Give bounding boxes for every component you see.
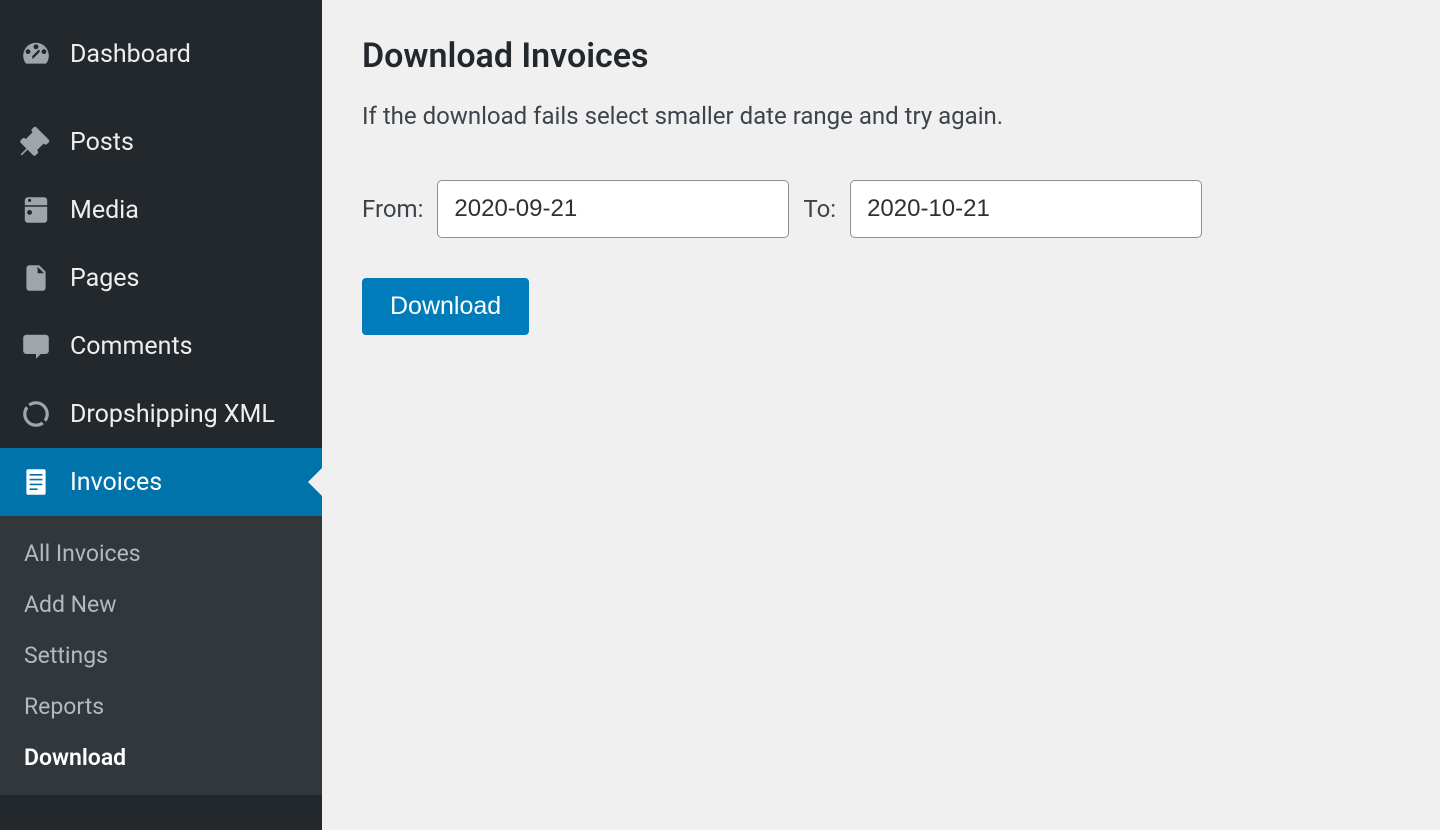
to-date-input[interactable] (850, 180, 1202, 238)
media-icon (20, 194, 52, 226)
sidebar-item-label: Invoices (70, 468, 162, 497)
to-label: To: (803, 195, 836, 223)
from-date-input[interactable] (437, 180, 789, 238)
sidebar-item-label: Posts (70, 128, 134, 157)
admin-sidebar: Dashboard Posts Media Pages Comments Dro… (0, 0, 322, 830)
submenu-item-settings[interactable]: Settings (0, 630, 322, 681)
sidebar-item-media[interactable]: Media (0, 176, 322, 244)
date-range-row: From: To: (362, 180, 1400, 238)
submenu-item-add-new[interactable]: Add New (0, 579, 322, 630)
sidebar-item-pages[interactable]: Pages (0, 244, 322, 312)
download-button[interactable]: Download (362, 278, 529, 335)
sidebar-item-dropshipping[interactable]: Dropshipping XML (0, 380, 322, 448)
sidebar-item-label: Media (70, 196, 139, 225)
sidebar-item-invoices[interactable]: Invoices (0, 448, 322, 516)
pushpin-icon (20, 126, 52, 158)
pages-icon (20, 262, 52, 294)
invoices-submenu: All Invoices Add New Settings Reports Do… (0, 516, 322, 795)
page-title: Download Invoices (362, 36, 1400, 76)
from-label: From: (362, 195, 423, 223)
main-content: Download Invoices If the download fails … (322, 0, 1440, 830)
sidebar-item-comments[interactable]: Comments (0, 312, 322, 380)
sidebar-item-dashboard[interactable]: Dashboard (0, 20, 322, 88)
sidebar-item-label: Dropshipping XML (70, 400, 275, 429)
help-text: If the download fails select smaller dat… (362, 102, 1400, 130)
sidebar-item-label: Pages (70, 264, 139, 293)
sidebar-item-posts[interactable]: Posts (0, 108, 322, 176)
sidebar-item-label: Dashboard (70, 40, 191, 69)
sync-icon (20, 398, 52, 430)
comments-icon (20, 330, 52, 362)
invoice-icon (20, 466, 52, 498)
submenu-item-download[interactable]: Download (0, 732, 322, 783)
submenu-item-all-invoices[interactable]: All Invoices (0, 528, 322, 579)
submenu-item-reports[interactable]: Reports (0, 681, 322, 732)
dashboard-icon (20, 38, 52, 70)
sidebar-item-label: Comments (70, 332, 193, 361)
